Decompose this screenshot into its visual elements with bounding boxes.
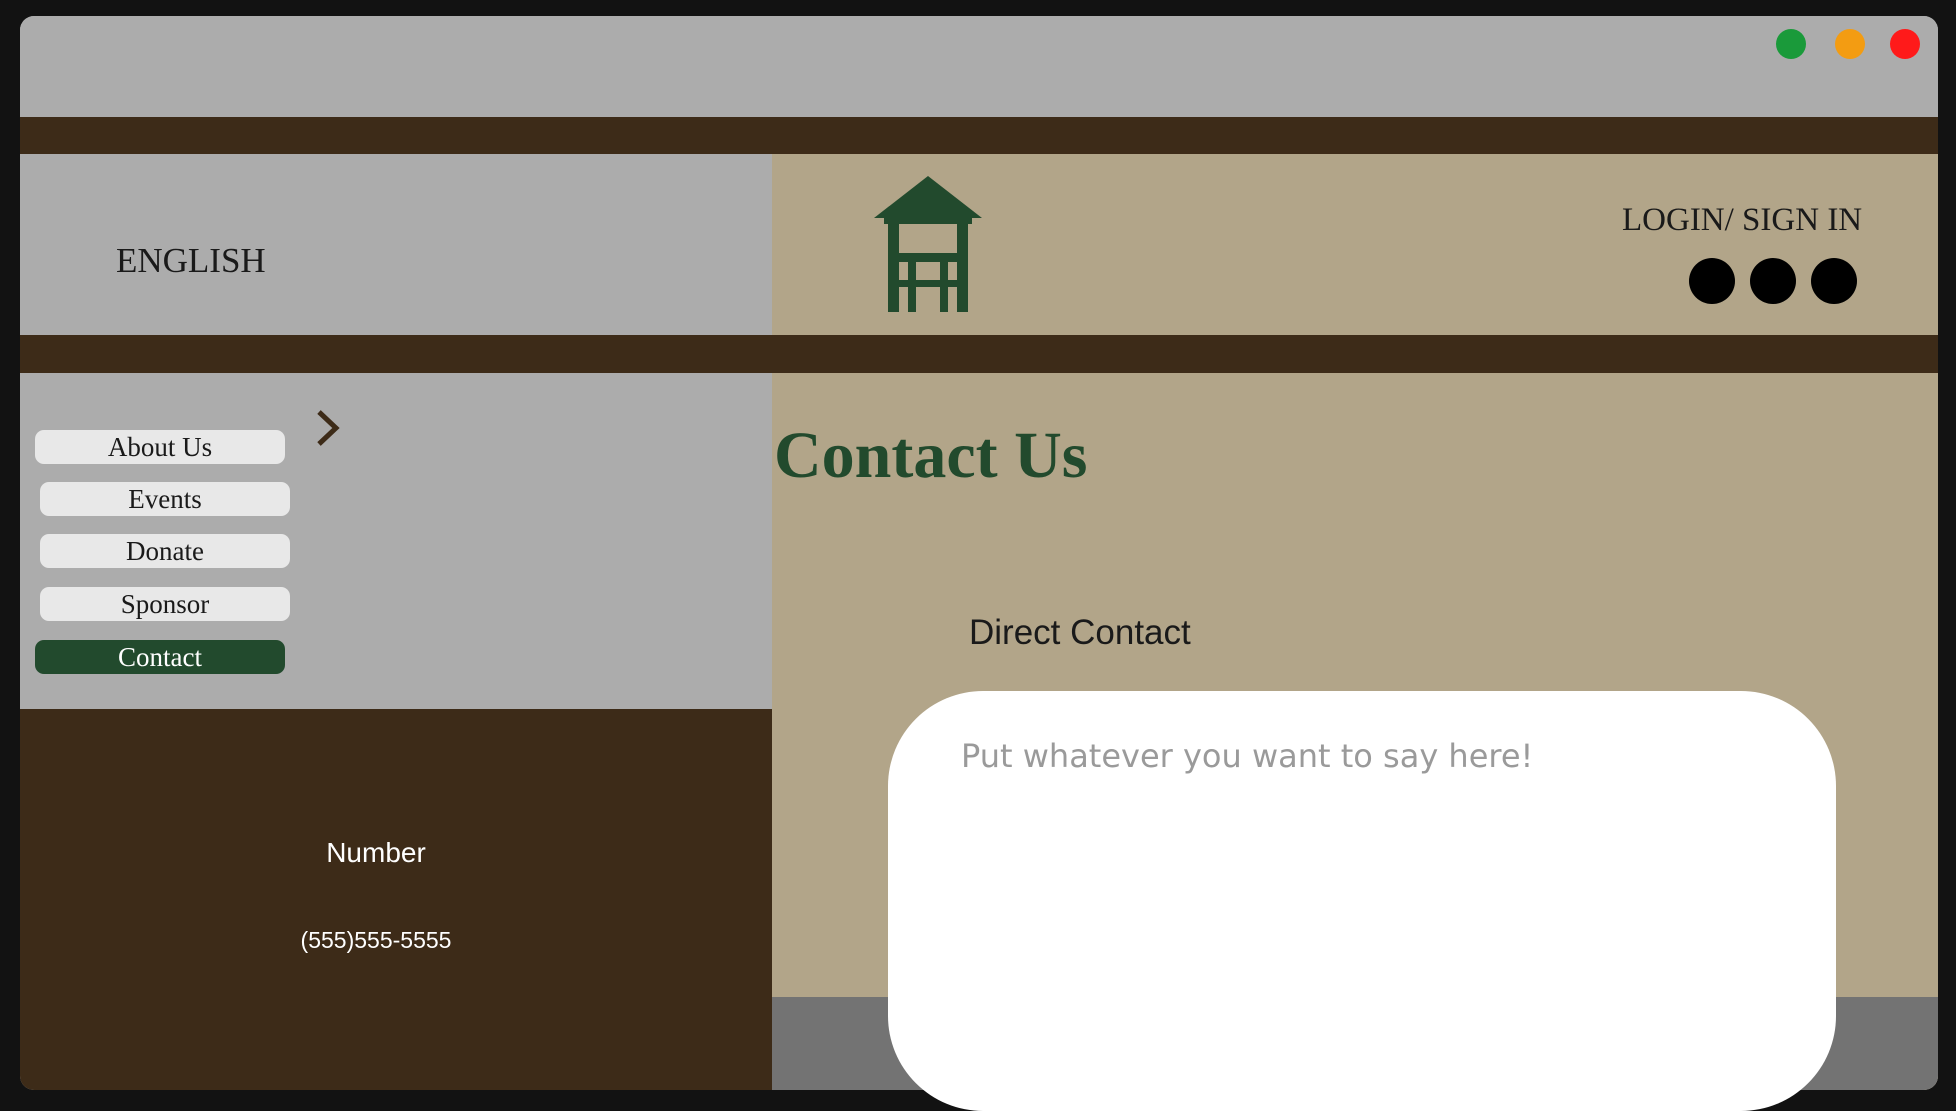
header-bottom-band — [20, 335, 1938, 373]
login-signin-link[interactable]: LOGIN/ SIGN IN — [1622, 202, 1862, 239]
social-icon[interactable] — [1811, 258, 1857, 304]
sidebar-nav: About Us Events Donate Sponsor Contact — [20, 373, 772, 709]
phone-number-label: Number — [326, 837, 426, 868]
minimize-button[interactable] — [1835, 29, 1865, 59]
social-icon[interactable] — [1689, 258, 1735, 304]
nav-events[interactable]: Events — [40, 482, 290, 516]
direct-contact-label: Direct Contact — [969, 613, 1191, 652]
language-area: ENGLISH — [20, 154, 772, 335]
watchtower-icon[interactable] — [872, 176, 984, 312]
contact-info-panel: Number (555)555-5555 — [20, 709, 772, 1090]
social-icon[interactable] — [1750, 258, 1796, 304]
nav-about-us[interactable]: About Us — [35, 430, 285, 464]
nav-donate[interactable]: Donate — [40, 534, 290, 568]
site-header: LOGIN/ SIGN IN — [772, 154, 1938, 335]
language-selector[interactable]: ENGLISH — [116, 241, 266, 281]
phone-number-value: (555)555-5555 — [300, 927, 452, 953]
title-bar — [20, 16, 1938, 117]
message-textarea[interactable] — [888, 691, 1836, 1111]
nav-contact[interactable]: Contact — [35, 640, 285, 674]
maximize-button[interactable] — [1776, 29, 1806, 59]
page-title: Contact Us — [774, 419, 1088, 492]
nav-sponsor[interactable]: Sponsor — [40, 587, 290, 621]
chevron-right-icon[interactable] — [314, 408, 344, 448]
close-button[interactable] — [1890, 29, 1920, 59]
header-top-band — [20, 117, 1938, 154]
